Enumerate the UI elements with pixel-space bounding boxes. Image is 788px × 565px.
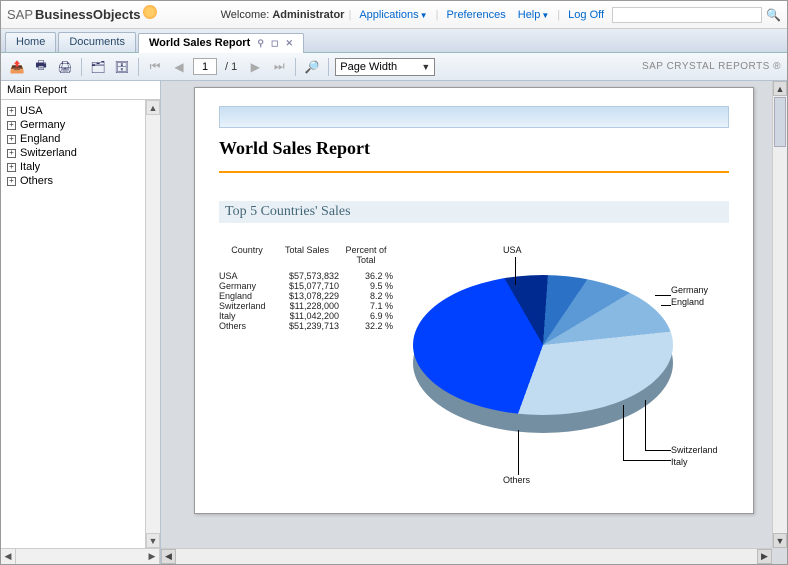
table-row: Italy$11,042,2006.9 % <box>219 311 393 321</box>
col-pct: Percent of Total <box>339 245 393 265</box>
dropdown-icon: ▼ <box>421 62 430 72</box>
logo-icon <box>143 5 157 19</box>
zoom-select[interactable]: Page Width ▼ <box>335 58 435 76</box>
scroll-right-icon[interactable]: ▶ <box>757 549 772 564</box>
tree-item-germany[interactable]: +Germany <box>5 118 156 132</box>
report-toolbar: 📤 🖶 🖨 🗂 🗄 ⏮ ◀ / 1 ▶ ⏭ 🔎 Page Width ▼ SAP… <box>1 53 787 81</box>
welcome-label: Welcome: Administrator <box>221 9 345 21</box>
tree-item-england[interactable]: +England <box>5 132 156 146</box>
report-viewport[interactable]: World Sales Report Top 5 Countries' Sale… <box>161 81 787 564</box>
tab-documents[interactable]: Documents <box>58 32 136 52</box>
page-total: / 1 <box>221 61 241 73</box>
report-vscrollbar[interactable]: ▲ ▼ <box>772 81 787 548</box>
sidebar-header[interactable]: Main Report <box>1 81 160 100</box>
search-input[interactable] <box>612 7 762 23</box>
group-tree: +USA +Germany +England +Switzerland +Ita… <box>1 100 160 548</box>
scroll-left-icon[interactable]: ◀ <box>1 549 16 564</box>
scroll-down-icon[interactable]: ▼ <box>773 533 787 548</box>
pie-label-germany: Germany <box>671 285 708 295</box>
table-row: England$13,078,2298.2 % <box>219 291 393 301</box>
pie-chart: USA Germany England Switzerland Italy Ot… <box>403 245 703 495</box>
expand-icon[interactable]: + <box>7 107 16 116</box>
dropdown-icon: ▼ <box>541 11 549 20</box>
print-icon[interactable]: 🖶 <box>31 57 51 77</box>
export-icon[interactable]: 📤 <box>7 57 27 77</box>
scroll-up-icon[interactable]: ▲ <box>146 100 160 115</box>
sidebar: Main Report +USA +Germany +England +Swit… <box>1 81 161 564</box>
search-icon[interactable]: 🔍 <box>766 8 781 22</box>
scroll-thumb[interactable] <box>774 97 786 147</box>
tab-report-label: World Sales Report <box>149 37 250 49</box>
logo-suffix: Objects <box>93 7 141 22</box>
pie-label-italy: Italy <box>671 457 688 467</box>
tree-item-switzerland[interactable]: +Switzerland <box>5 146 156 160</box>
logoff-link[interactable]: Log Off <box>564 9 608 21</box>
tab-pin-icon[interactable]: ⚲ <box>257 38 264 48</box>
scroll-down-icon[interactable]: ▼ <box>146 533 160 548</box>
logo-prefix: SAP <box>7 7 33 22</box>
col-country: Country <box>219 245 275 265</box>
expand-icon[interactable]: + <box>7 163 16 172</box>
table-row: Switzerland$11,228,0007.1 % <box>219 301 393 311</box>
pie-label-others: Others <box>503 475 530 485</box>
pie-label-england: England <box>671 297 704 307</box>
tree-item-italy[interactable]: +Italy <box>5 160 156 174</box>
last-page-icon[interactable]: ⏭ <box>269 57 289 77</box>
params-icon[interactable]: 🗄 <box>112 57 132 77</box>
logo-main: Business <box>35 7 93 22</box>
tab-report[interactable]: World Sales Report ⚲ ◻ ✕ <box>138 33 304 53</box>
scroll-left-icon[interactable]: ◀ <box>161 549 176 564</box>
expand-icon[interactable]: + <box>7 135 16 144</box>
report-hscrollbar[interactable]: ◀ ▶ <box>161 548 772 564</box>
sidebar-scrollbar[interactable]: ▲ ▼ <box>145 100 160 548</box>
next-page-icon[interactable]: ▶ <box>245 57 265 77</box>
expand-icon[interactable]: + <box>7 121 16 130</box>
table-row: Germany$15,077,7109.5 % <box>219 281 393 291</box>
section-title: Top 5 Countries' Sales <box>219 201 729 223</box>
logo: SAP Business Objects <box>7 7 157 22</box>
prev-page-icon[interactable]: ◀ <box>169 57 189 77</box>
page-number-input[interactable] <box>193 58 217 75</box>
report-title: World Sales Report <box>219 138 729 159</box>
col-sales: Total Sales <box>275 245 339 265</box>
table-row: USA$57,573,83236.2 % <box>219 271 393 281</box>
tab-window-icon[interactable]: ◻ <box>271 38 278 48</box>
scroll-up-icon[interactable]: ▲ <box>773 81 787 96</box>
preferences-link[interactable]: Preferences <box>442 9 509 21</box>
first-page-icon[interactable]: ⏮ <box>145 57 165 77</box>
brand-label: SAP CRYSTAL REPORTS ® <box>642 61 781 72</box>
report-page: World Sales Report Top 5 Countries' Sale… <box>194 87 754 514</box>
applications-link[interactable]: Applications▼ <box>355 9 431 21</box>
find-icon[interactable]: 🔎 <box>302 57 322 77</box>
pie-label-switzerland: Switzerland <box>671 445 718 455</box>
expand-icon[interactable]: + <box>7 177 16 186</box>
help-link[interactable]: Help▼ <box>514 9 554 21</box>
print2-icon[interactable]: 🖨 <box>55 57 75 77</box>
table-row: Others$51,239,71332.2 % <box>219 321 393 331</box>
scroll-right-icon[interactable]: ▶ <box>145 549 160 564</box>
tab-close-icon[interactable]: ✕ <box>286 38 294 48</box>
pie-label-usa: USA <box>503 245 522 255</box>
divider <box>219 171 729 173</box>
sidebar-hscroll[interactable]: ◀ ▶ <box>1 548 160 564</box>
dropdown-icon: ▼ <box>420 11 428 20</box>
pie-face <box>413 275 673 415</box>
report-banner <box>219 106 729 128</box>
expand-icon[interactable]: + <box>7 149 16 158</box>
tree-item-usa[interactable]: +USA <box>5 104 156 118</box>
data-table: Country Total Sales Percent of Total USA… <box>219 245 393 495</box>
tab-home[interactable]: Home <box>5 32 56 52</box>
zoom-value: Page Width <box>340 61 397 73</box>
tab-bar: Home Documents World Sales Report ⚲ ◻ ✕ <box>1 29 787 53</box>
app-header: SAP Business Objects Welcome: Administra… <box>1 1 787 29</box>
tree-toggle-icon[interactable]: 🗂 <box>88 57 108 77</box>
tree-item-others[interactable]: +Others <box>5 174 156 188</box>
